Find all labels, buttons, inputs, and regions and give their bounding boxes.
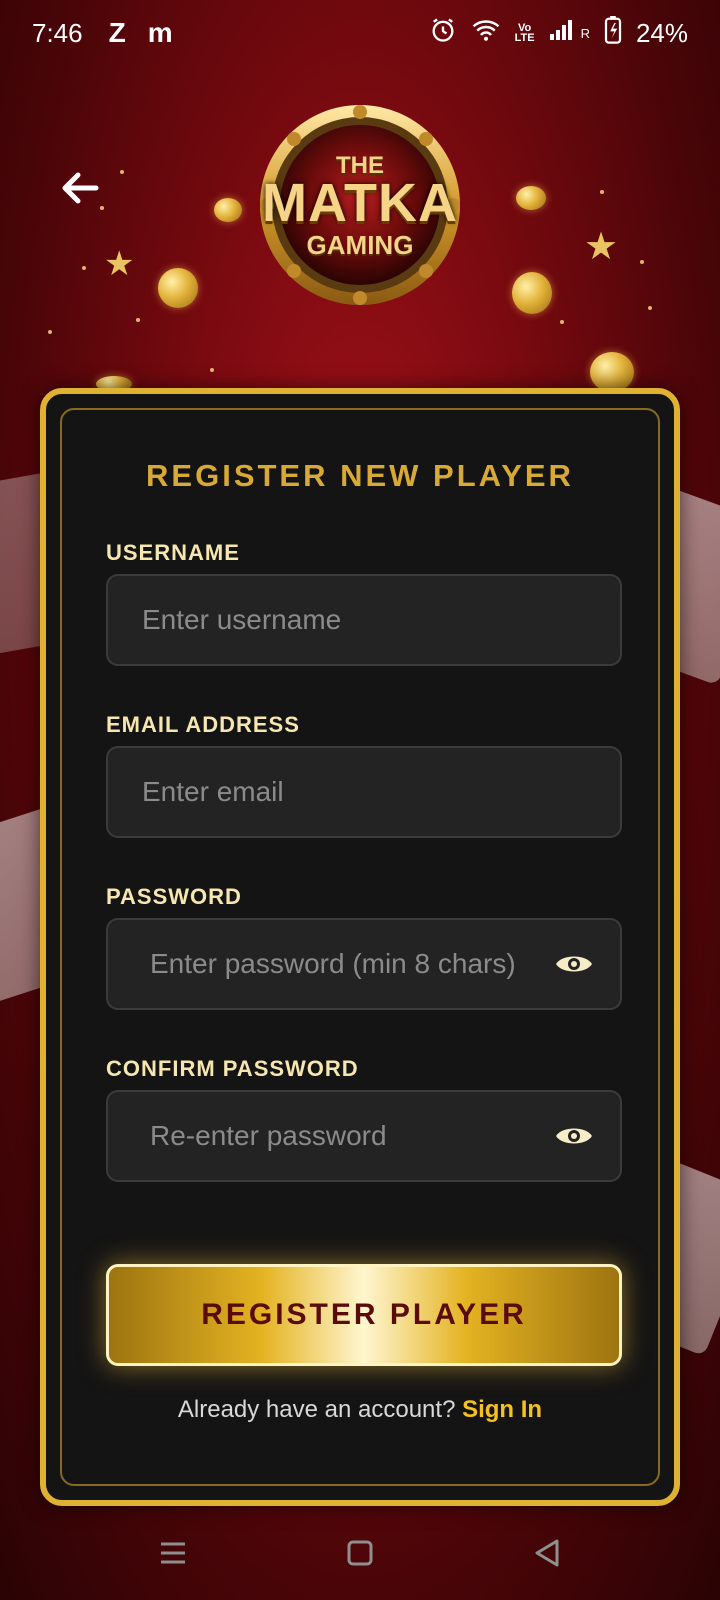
back-arrow-icon[interactable]: [56, 164, 104, 212]
system-nav-bar: [0, 1506, 720, 1600]
register-panel: REGISTER NEW PLAYER USERNAME EMAIL ADDRE…: [40, 388, 680, 1506]
star-decoration: ★: [584, 226, 619, 268]
alarm-icon: [429, 16, 457, 51]
password-field[interactable]: [106, 918, 622, 1010]
sparkle-decoration: [210, 368, 214, 372]
signin-prompt-text: Already have an account?: [177, 1396, 456, 1423]
notification-app-icon: Z: [108, 17, 126, 48]
sparkle-decoration: [48, 330, 52, 334]
gold-coin-decoration: [158, 268, 198, 308]
eye-icon[interactable]: [552, 942, 596, 986]
register-player-button[interactable]: REGISTER PLAYER: [106, 1264, 622, 1366]
sparkle-decoration: [600, 190, 604, 194]
battery-percent: 24%: [635, 17, 688, 48]
wifi-icon: [471, 17, 501, 50]
gold-coin-decoration: [590, 352, 634, 392]
sparkle-decoration: [100, 206, 104, 210]
confirm-password-field[interactable]: [106, 1090, 622, 1182]
gold-coin-decoration: [214, 198, 242, 222]
sparkle-decoration: [560, 320, 564, 324]
volte-icon: Vo LTE: [514, 22, 535, 44]
confirm-password-input[interactable]: [150, 1120, 552, 1152]
status-time: 7:46: [32, 17, 83, 48]
back-triangle-icon[interactable]: [523, 1529, 571, 1577]
gold-coin-decoration: [512, 272, 552, 314]
signin-prompt-row: Already have an account? Sign In: [46, 1396, 674, 1424]
sparkle-decoration: [82, 266, 86, 270]
username-field[interactable]: [106, 574, 622, 666]
password-input[interactable]: [150, 948, 552, 980]
signal-icon: [549, 18, 579, 49]
gold-coin-decoration: [516, 186, 546, 210]
username-input[interactable]: [142, 604, 586, 636]
home-square-icon[interactable]: [336, 1529, 384, 1577]
signal-roaming-label: R: [580, 25, 590, 41]
sparkle-decoration: [120, 170, 124, 174]
star-decoration: ★: [104, 245, 135, 283]
email-label: EMAIL ADDRESS: [106, 712, 300, 737]
password-label: PASSWORD: [106, 884, 242, 909]
confirm-password-label: CONFIRM PASSWORD: [106, 1056, 359, 1081]
signin-link[interactable]: Sign In: [462, 1396, 542, 1423]
sparkle-decoration: [136, 318, 140, 322]
logo-text-gaming: GAMING: [306, 230, 414, 260]
eye-icon[interactable]: [552, 1114, 596, 1158]
notification-app-icon: m: [147, 17, 173, 48]
status-bar: 7:46 Z m Vo LTE R 24%: [0, 0, 720, 66]
menu-icon[interactable]: [149, 1529, 197, 1577]
sparkle-decoration: [640, 260, 644, 264]
logo-text-matka: MATKA: [262, 173, 458, 233]
email-input[interactable]: [142, 776, 586, 808]
username-label: USERNAME: [106, 540, 240, 565]
page-title: REGISTER NEW PLAYER: [146, 458, 574, 493]
battery-charging-icon: [604, 15, 622, 51]
email-field[interactable]: [106, 746, 622, 838]
sparkle-decoration: [648, 306, 652, 310]
matka-gaming-logo: THE MATKA GAMING: [248, 100, 472, 310]
